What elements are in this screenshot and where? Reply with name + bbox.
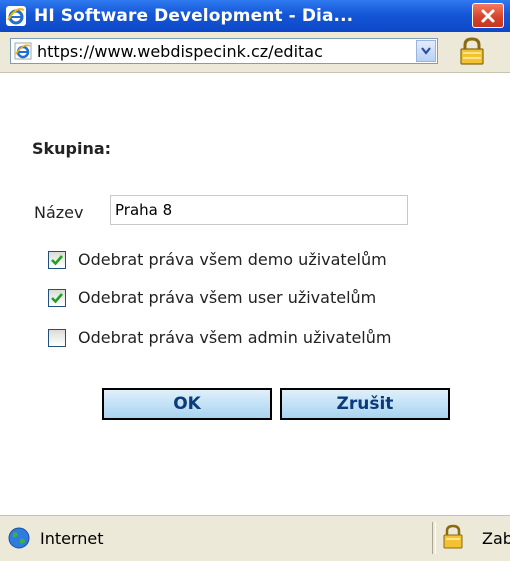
status-divider	[432, 522, 436, 554]
name-input[interactable]	[110, 195, 408, 225]
ok-button[interactable]: OK	[102, 388, 272, 420]
page-icon	[14, 42, 32, 60]
close-icon	[481, 9, 495, 22]
ie-logo-icon	[6, 6, 26, 26]
checkbox-demo[interactable]	[48, 251, 66, 269]
checkbox-label-admin: Odebrat práva všem admin uživatelům	[78, 328, 392, 347]
globe-icon	[8, 527, 30, 549]
security-lock-button[interactable]	[446, 36, 498, 66]
checkbox-admin[interactable]	[48, 329, 66, 347]
checkbox-user[interactable]	[48, 289, 66, 307]
status-bar: Internet Zab	[0, 515, 510, 561]
lock-icon	[442, 524, 464, 550]
url-dropdown-button[interactable]	[416, 40, 436, 62]
url-field[interactable]: https://www.webdispecink.cz/editac	[10, 38, 438, 64]
window-titlebar[interactable]: HI Software Development - Dia...	[0, 0, 510, 33]
url-text: https://www.webdispecink.cz/editac	[37, 42, 323, 61]
checkmark-icon	[51, 293, 63, 304]
checkmark-icon	[51, 255, 63, 266]
checkbox-label-demo: Odebrat práva všem demo uživatelům	[78, 250, 387, 269]
checkbox-label-user: Odebrat práva všem user uživatelům	[78, 288, 377, 307]
address-bar: https://www.webdispecink.cz/editac	[0, 32, 510, 73]
status-security-text: Zab	[482, 529, 510, 548]
window-title: HI Software Development - Dia...	[34, 6, 354, 26]
name-label: Název	[34, 203, 84, 222]
group-heading: Skupina:	[32, 139, 112, 158]
status-zone-text: Internet	[40, 529, 104, 548]
chevron-down-icon	[421, 47, 431, 55]
lock-icon	[460, 37, 484, 65]
cancel-button[interactable]: Zrušit	[280, 388, 450, 420]
close-button[interactable]	[472, 3, 504, 28]
